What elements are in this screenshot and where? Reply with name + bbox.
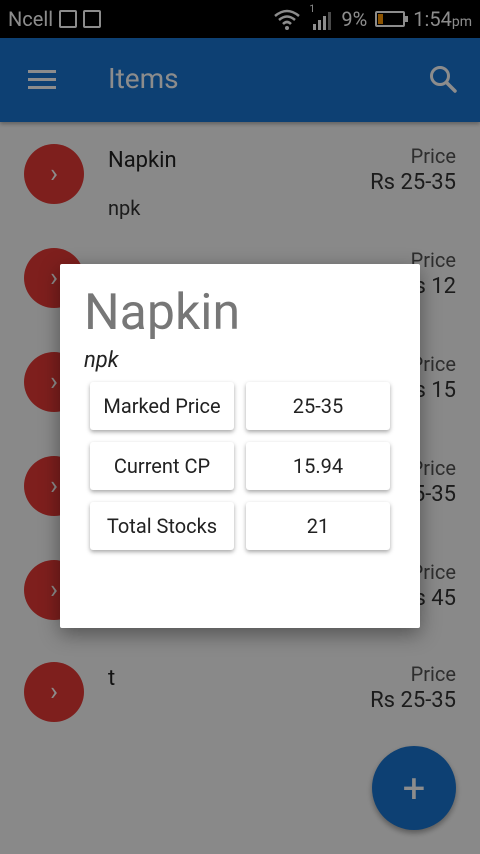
total-stocks-label: Total Stocks (90, 502, 234, 550)
item-detail-dialog: Napkin npk Marked Price 25-35 Current CP… (60, 264, 420, 628)
current-cp-value: 15.94 (246, 442, 390, 490)
total-stocks-value: 21 (246, 502, 390, 550)
dialog-subtitle: npk (84, 348, 119, 373)
marked-price-label: Marked Price (90, 382, 234, 430)
current-cp-label: Current CP (90, 442, 234, 490)
dialog-title: Napkin (84, 284, 241, 342)
marked-price-value: 25-35 (246, 382, 390, 430)
